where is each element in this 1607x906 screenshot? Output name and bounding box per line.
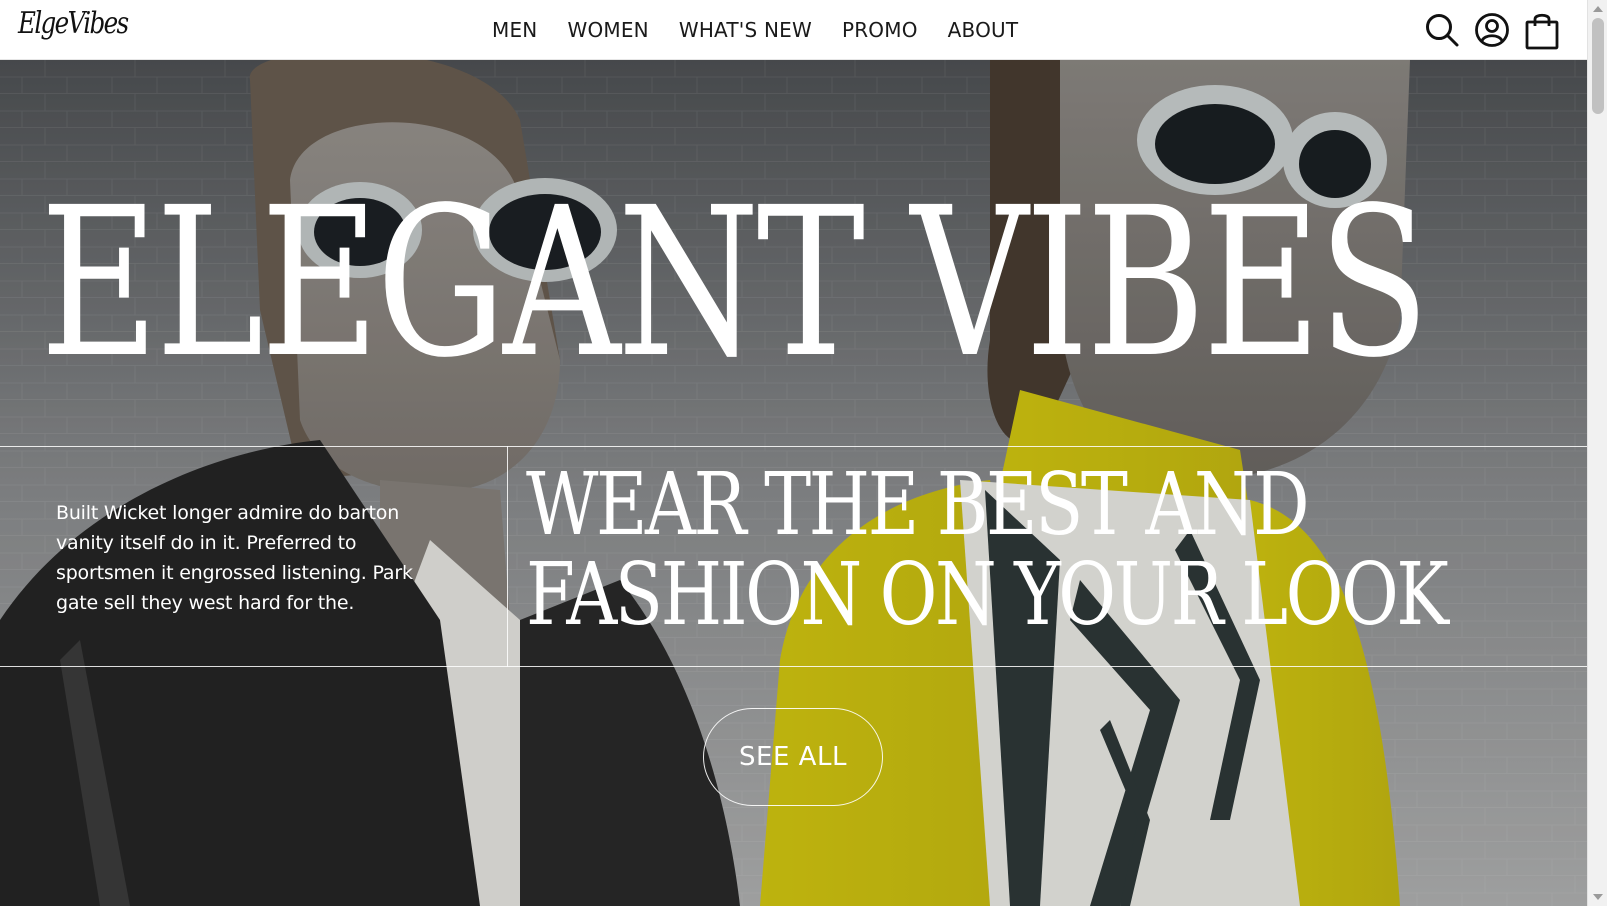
main-nav: MEN WOMEN WHAT'S NEW PROMO ABOUT (492, 0, 1048, 60)
search-icon[interactable] (1423, 10, 1461, 50)
see-all-button[interactable]: SEE ALL (703, 708, 883, 806)
nav-item-women[interactable]: WOMEN (567, 18, 648, 42)
hero-title: ELEGANT VIBES (40, 163, 1430, 403)
divider-bottom (0, 666, 1587, 667)
nav-item-about[interactable]: ABOUT (948, 18, 1019, 42)
header-actions (1411, 8, 1561, 52)
nav-item-men[interactable]: MEN (492, 18, 537, 42)
hero-subtitle-line-2: FASHION ON YOUR LOOK (526, 545, 1449, 645)
nav-item-whats-new[interactable]: WHAT'S NEW (679, 18, 812, 42)
page-scrollbar[interactable] (1587, 0, 1607, 906)
hero-section: ELEGANT VIBES Built Wicket longer admire… (0, 60, 1587, 906)
scrollbar-thumb[interactable] (1592, 18, 1604, 114)
hero-subtitle: WEAR THE BEST AND FASHION ON YOUR LOOK (526, 460, 1587, 640)
scroll-down-arrow-icon[interactable] (1588, 888, 1607, 906)
hero-description: Built Wicket longer admire do barton van… (56, 502, 413, 614)
site-header: ElgeVibes MEN WOMEN WHAT'S NEW PROMO ABO… (0, 0, 1587, 60)
scroll-up-arrow-icon[interactable] (1588, 0, 1607, 18)
user-account-icon[interactable] (1473, 10, 1511, 50)
shopping-bag-icon[interactable] (1523, 10, 1561, 50)
divider-top (0, 446, 1587, 447)
divider-vertical (507, 446, 508, 667)
nav-item-promo[interactable]: PROMO (842, 18, 918, 42)
hero-subtitle-line-1: WEAR THE BEST AND (526, 455, 1310, 555)
brand-logo[interactable]: ElgeVibes (18, 6, 129, 41)
